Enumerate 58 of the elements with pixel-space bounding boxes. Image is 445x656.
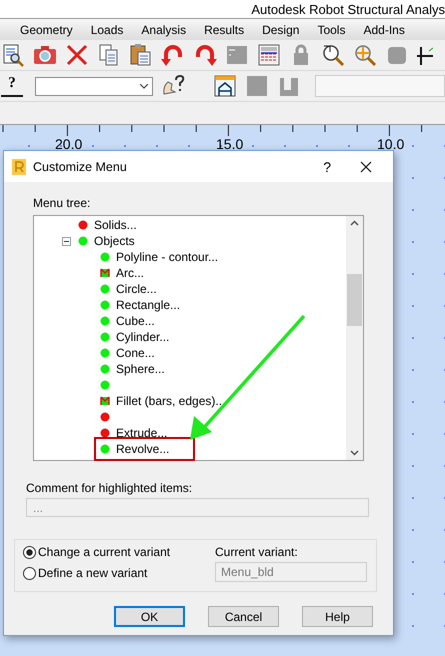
dialog-button[interactable]: OK (114, 606, 186, 627)
close-icon[interactable] (360, 160, 372, 172)
ruler-label: 10.0 (377, 137, 404, 151)
menu-item[interactable]: Geometry (20, 22, 73, 36)
menu-item[interactable]: Add-Ins (363, 22, 405, 36)
print-preview-icon[interactable] (1, 43, 25, 67)
tree-item[interactable]: Solids... (76, 217, 141, 233)
calculator-icon[interactable] (257, 43, 281, 67)
chevron-down-icon (140, 84, 148, 88)
radio-button[interactable] (23, 546, 36, 558)
dialog-title: Customize Menu (33, 160, 128, 174)
tree-item[interactable]: Rectangle... (98, 297, 184, 313)
tree-item[interactable]: Extrude... (98, 425, 172, 441)
app-title: Autodesk Robot Structural Analys (251, 2, 445, 16)
tree-item[interactable]: Cylinder... (98, 329, 174, 345)
tree-item[interactable]: Cone... (98, 345, 159, 361)
text-field[interactable] (315, 75, 445, 97)
scrollbar[interactable] (346, 216, 363, 460)
tree-item[interactable]: Arc... (98, 265, 148, 281)
help-button[interactable]: ? (323, 158, 353, 174)
paste-icon[interactable] (129, 43, 153, 67)
scroll-thumb[interactable] (347, 274, 362, 326)
pan-zoom-icon[interactable] (353, 43, 377, 67)
radio-label[interactable]: Change a current variant (38, 545, 170, 559)
current-variant-label: Current variant: (215, 545, 299, 559)
dialog-button[interactable]: Cancel (208, 606, 279, 627)
camera-icon[interactable] (33, 43, 57, 67)
comment-label: Comment for highlighted items: (26, 481, 194, 495)
undo-icon[interactable] (161, 43, 185, 67)
tree-item[interactable]: Circle... (98, 281, 161, 297)
partial-status-icon (100, 268, 110, 278)
partial-status-icon (100, 396, 110, 406)
zoom-icon[interactable] (321, 43, 345, 67)
tree-item[interactable]: Objects (76, 233, 139, 249)
tree-label: Menu tree: (33, 196, 92, 210)
radio-button[interactable] (23, 566, 36, 580)
collapse-icon[interactable] (62, 236, 71, 246)
ruler-label: 20.0 (55, 137, 82, 151)
tree-item[interactable]: Cube... (98, 313, 159, 329)
dialog-button[interactable]: Help (302, 606, 373, 627)
redo-icon[interactable] (193, 43, 217, 67)
delete-icon[interactable] (65, 43, 89, 67)
frame-view-icon[interactable] (213, 74, 237, 98)
menu-item[interactable]: Loads (90, 22, 124, 36)
menu-item[interactable]: Design (262, 22, 300, 36)
tree-item[interactable]: Fillet (bars, edges)... (98, 393, 230, 409)
dropdown[interactable] (35, 76, 153, 96)
menu-item[interactable]: Results (204, 22, 244, 36)
app-logo-icon (12, 158, 26, 174)
menu-item[interactable]: Tools (317, 22, 346, 36)
tree-item[interactable]: Sphere... (98, 361, 169, 377)
context-help-button[interactable]: ? (1, 75, 23, 97)
tree-item[interactable]: Polyline - contour... (98, 249, 222, 265)
ruler-label: 15.0 (216, 137, 244, 151)
radio-label[interactable]: Define a new variant (38, 566, 148, 580)
menu-tree[interactable]: Solids... Objects Polyline - contour... Arc... Circle... Rectangle... Cube... Cylinder... Cone... Sphere... Fillet (bars, edges)... Extrude... Revolve... (33, 215, 364, 461)
menu-item[interactable]: Analysis (141, 22, 186, 36)
highlighted-tree-item[interactable]: Revolve... (98, 441, 192, 457)
